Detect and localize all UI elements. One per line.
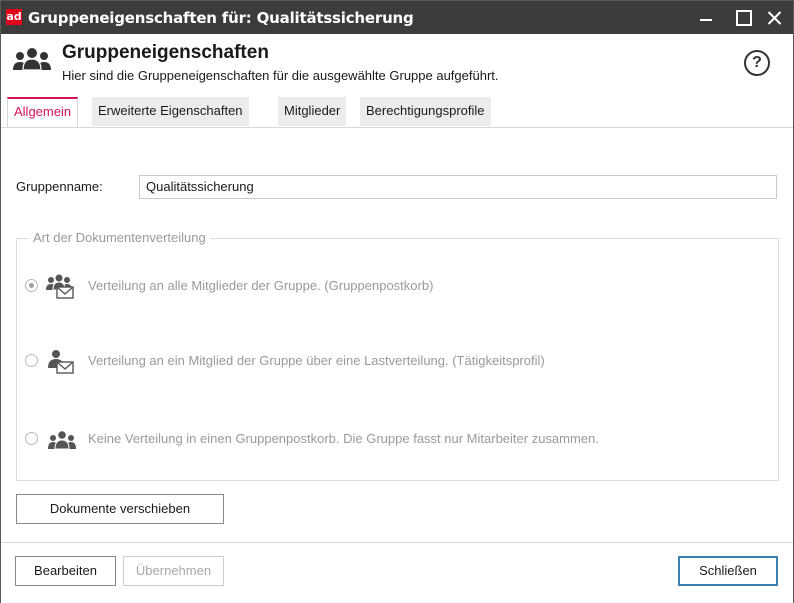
tab-mitglieder[interactable]: Mitglieder [278, 97, 348, 126]
close-window-button[interactable] [755, 1, 794, 34]
help-icon[interactable]: ? [744, 50, 770, 76]
page-title: Gruppeneigenschaften [62, 42, 269, 63]
group-name-label: Gruppenname: [16, 179, 103, 194]
group-icon [45, 427, 79, 456]
tab-berechtigungsprofile[interactable]: Berechtigungsprofile [360, 97, 492, 126]
distribution-option-label: Verteilung an ein Mitglied der Gruppe üb… [88, 353, 545, 368]
tab-bar: Allgemein Erweiterte Eigenschaften Mitgl… [1, 97, 793, 128]
tab-content-allgemein: Gruppenname: Qualitätssicherung Art der … [1, 128, 793, 542]
distribution-groupbox-title: Art der Dokumentenverteilung [29, 230, 210, 245]
dialog-footer: Bearbeiten Übernehmen Schließen [1, 542, 793, 603]
minimize-button[interactable] [685, 1, 725, 34]
page-subtitle: Hier sind die Gruppeneigenschaften für d… [62, 68, 499, 83]
distribution-option-label: Verteilung an alle Mitglieder der Gruppe… [88, 278, 434, 293]
app-logo-icon: ad [6, 9, 22, 25]
group-name-field[interactable]: Qualitätssicherung [139, 175, 777, 199]
radio-load-balancing[interactable] [25, 354, 38, 367]
move-documents-button[interactable]: Dokumente verschieben [16, 494, 224, 524]
radio-no-mailbox[interactable] [25, 432, 38, 445]
dialog-window: ad Gruppeneigenschaften für: Qualitätssi… [0, 0, 794, 603]
apply-button[interactable]: Übernehmen [123, 556, 224, 586]
title-bar[interactable]: ad Gruppeneigenschaften für: Qualitätssi… [1, 1, 793, 34]
distribution-groupbox: Art der Dokumentenverteilung Verteilung … [16, 230, 779, 481]
dialog-header: Gruppeneigenschaften Hier sind die Grupp… [1, 34, 793, 94]
radio-group-mailbox[interactable] [25, 279, 38, 292]
group-icon [12, 46, 52, 79]
edit-button[interactable]: Bearbeiten [15, 556, 116, 586]
close-button[interactable]: Schließen [678, 556, 778, 586]
tab-erweiterte-eigenschaften[interactable]: Erweiterte Eigenschaften [92, 97, 250, 126]
distribution-option-label: Keine Verteilung in einen Gruppenpostkor… [88, 431, 599, 446]
tab-allgemein[interactable]: Allgemein [7, 97, 79, 127]
user-mail-icon [45, 349, 79, 378]
group-mail-icon [45, 274, 79, 303]
window-title: Gruppeneigenschaften für: Qualitätssiche… [28, 9, 414, 27]
